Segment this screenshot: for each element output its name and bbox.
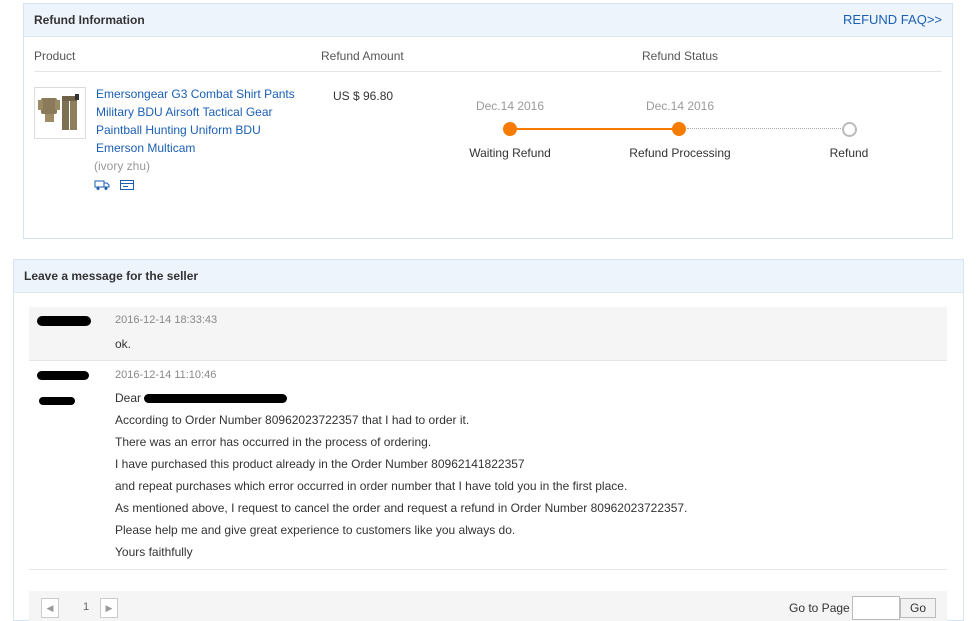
step-1-date: Dec.14 2016 (475, 99, 545, 113)
product-thumbnail[interactable] (34, 87, 86, 139)
product-image (38, 94, 79, 130)
redacted-sender (37, 371, 89, 380)
message-line: There was an error has occurred in the p… (115, 435, 432, 449)
step-3-label: Refund (829, 146, 869, 160)
seller-name: (ivory zhu) (94, 159, 151, 173)
message-panel: Leave a message for the seller 2016-12-1… (13, 259, 964, 621)
step-2-date: Dec.14 2016 (645, 99, 715, 113)
message-line: As mentioned above, I request to cancel … (115, 501, 688, 515)
message-timestamp: 2016-12-14 11:10:46 (115, 369, 217, 381)
redacted-recipient (144, 394, 288, 404)
message-line: I have purchased this product already in… (115, 457, 525, 471)
refund-info-header: Refund Information REFUND FAQ>> (24, 4, 952, 37)
message-body: Dear According to Order Number 809620237… (115, 387, 935, 563)
progress-line-pending (687, 128, 843, 129)
refund-info-title: Refund Information (34, 13, 145, 27)
current-page-number[interactable]: 1 (83, 601, 89, 613)
redacted-sender (39, 397, 75, 405)
goto-page-label: Go to Page (789, 601, 850, 615)
goto-page-input[interactable] (852, 596, 900, 620)
refund-info-panel: Refund Information REFUND FAQ>> Product … (23, 3, 953, 239)
message-line: Please help me and give great experience… (115, 523, 516, 537)
message-item: 2016-12-14 18:33:43 ok. (29, 307, 947, 361)
column-header-product: Product (34, 49, 76, 63)
refund-amount-value: US $ 96.80 (333, 89, 394, 103)
payment-card-icon[interactable] (119, 179, 135, 191)
header-divider (34, 71, 942, 72)
go-button[interactable]: Go (900, 598, 936, 618)
column-header-amount: Refund Amount (321, 49, 404, 63)
message-line: Yours faithfully (115, 545, 193, 559)
message-line: According to Order Number 80962023722357… (115, 413, 470, 427)
message-line: and repeat purchases which error occurre… (115, 479, 628, 493)
step-1-label: Waiting Refund (469, 146, 551, 160)
progress-line-complete (510, 128, 680, 130)
step-2-dot (672, 122, 686, 136)
message-item: 2016-12-14 11:10:46 Dear According to Or… (29, 361, 947, 570)
prev-page-button[interactable]: ◀ (41, 598, 59, 618)
message-timestamp: 2016-12-14 18:33:43 (115, 314, 218, 326)
step-1-dot (503, 122, 517, 136)
step-3-dot (842, 122, 857, 137)
message-line: Dear (115, 387, 935, 409)
redacted-sender (37, 316, 91, 326)
message-panel-title: Leave a message for the seller (24, 269, 199, 283)
message-body: ok. (115, 337, 132, 351)
product-title-link[interactable]: Emersongear G3 Combat Shirt Pants Milita… (96, 85, 306, 157)
column-header-status: Refund Status (642, 49, 719, 63)
next-page-button[interactable]: ▶ (100, 598, 118, 618)
refund-faq-link[interactable]: REFUND FAQ>> (843, 12, 942, 27)
pagination-bar: ◀ 1 ▶ Go to Page Go (29, 591, 947, 621)
step-2-label: Refund Processing (629, 146, 731, 160)
product-icon-row (94, 179, 141, 194)
message-panel-header: Leave a message for the seller (14, 260, 963, 293)
shipping-truck-icon[interactable] (94, 179, 110, 191)
